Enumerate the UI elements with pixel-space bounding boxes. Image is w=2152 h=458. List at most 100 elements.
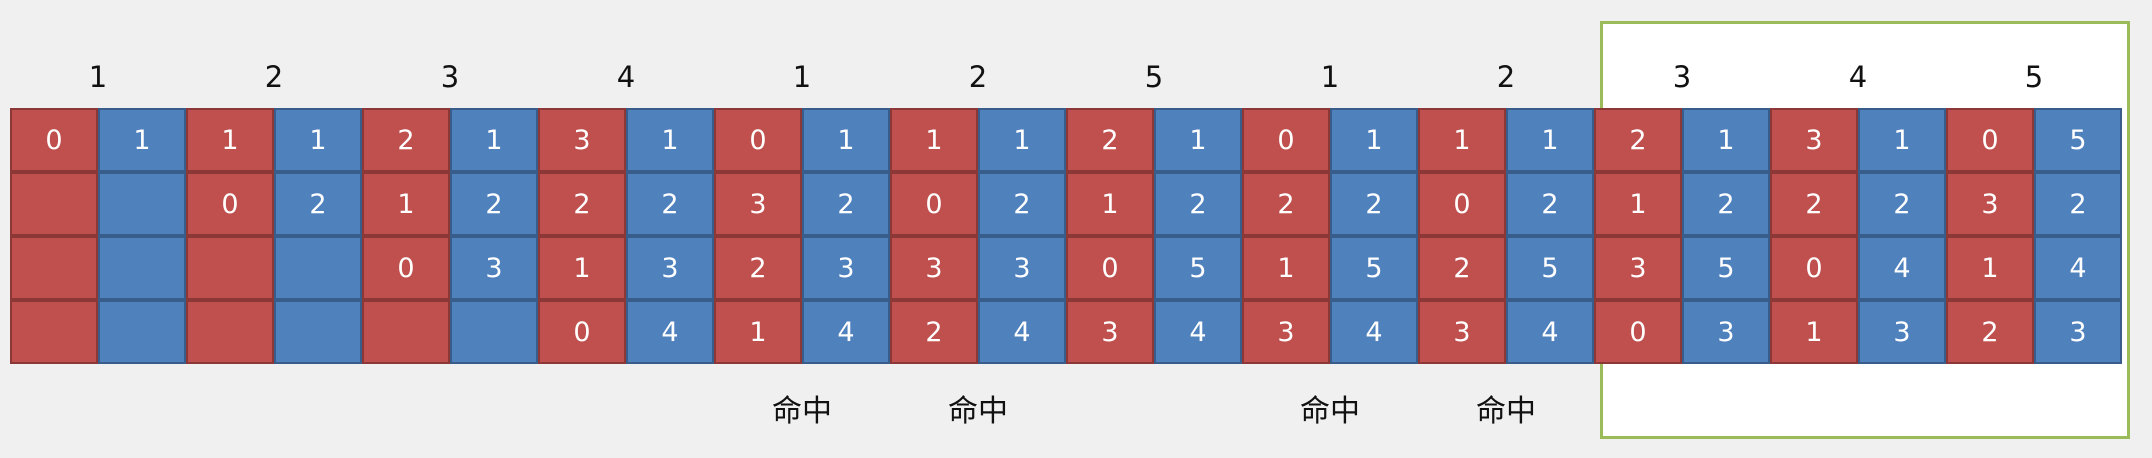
- reference-page-number: 1: [792, 60, 812, 94]
- page-cell: 2: [1682, 172, 1770, 236]
- page-cell: 1: [1154, 108, 1242, 172]
- frame-cell: 0: [1946, 108, 2034, 172]
- frame-cell: 1: [362, 172, 450, 236]
- frame-cell: 2: [1594, 108, 1682, 172]
- page-cell: 2: [626, 172, 714, 236]
- page-cell: 3: [802, 236, 890, 300]
- frame-cell: [10, 300, 98, 364]
- page-cell: 2: [450, 172, 538, 236]
- page-cell: [98, 172, 186, 236]
- page-cell: 1: [98, 108, 186, 172]
- frame-cell: 0: [186, 172, 274, 236]
- page-cell: 4: [2034, 236, 2122, 300]
- page-cell: 3: [1682, 300, 1770, 364]
- frame-cell: 0: [10, 108, 98, 172]
- frame-cell: 2: [362, 108, 450, 172]
- frame-cell: 1: [186, 108, 274, 172]
- reference-page-number: 5: [2024, 60, 2044, 94]
- frame-cell: 0: [714, 108, 802, 172]
- page-cell: 3: [626, 236, 714, 300]
- frame-cell: 3: [1946, 172, 2034, 236]
- frame-cell: [186, 236, 274, 300]
- page-cell: 2: [978, 172, 1066, 236]
- page-cell: 4: [1330, 300, 1418, 364]
- page-cell: 2: [1154, 172, 1242, 236]
- page-cell: 4: [1858, 236, 1946, 300]
- frame-cell: 3: [1066, 300, 1154, 364]
- page-cell: 3: [978, 236, 1066, 300]
- page-cell: 1: [1330, 108, 1418, 172]
- page-cell: 1: [1858, 108, 1946, 172]
- page-cell: 4: [1506, 300, 1594, 364]
- frame-cell: 0: [1242, 108, 1330, 172]
- frame-cell: 2: [1242, 172, 1330, 236]
- page-cell: 3: [1858, 300, 1946, 364]
- page-cell: 4: [802, 300, 890, 364]
- page-cell: 2: [2034, 172, 2122, 236]
- frame-cell: 3: [890, 236, 978, 300]
- frame-cell: 3: [538, 108, 626, 172]
- page-cell: 2: [1858, 172, 1946, 236]
- frame-cell: 1: [1418, 108, 1506, 172]
- page-cell: [274, 236, 362, 300]
- reference-page-number: 2: [264, 60, 284, 94]
- frame-cell: 0: [1594, 300, 1682, 364]
- frame-cell: 1: [1946, 236, 2034, 300]
- page-cell: [98, 300, 186, 364]
- frame-cell: 2: [1418, 236, 1506, 300]
- page-cell: 3: [450, 236, 538, 300]
- page-cell: 4: [1154, 300, 1242, 364]
- page-cell: 5: [1506, 236, 1594, 300]
- page-cell: 4: [978, 300, 1066, 364]
- frame-cell: 3: [1242, 300, 1330, 364]
- page-cell: 1: [1682, 108, 1770, 172]
- frame-cell: [10, 236, 98, 300]
- frame-cell: 3: [1770, 108, 1858, 172]
- page-cell: 1: [1506, 108, 1594, 172]
- frame-cell: 1: [1594, 172, 1682, 236]
- hit-label: 命中: [948, 394, 1008, 429]
- frame-cell: 0: [362, 236, 450, 300]
- page-cell: 5: [2034, 108, 2122, 172]
- frame-cell: 0: [1066, 236, 1154, 300]
- frame-cell: 1: [714, 300, 802, 364]
- frame-cell: 3: [1594, 236, 1682, 300]
- page-cell: 2: [1506, 172, 1594, 236]
- frame-cell: 2: [890, 300, 978, 364]
- page-cell: 1: [626, 108, 714, 172]
- frame-cell: 0: [538, 300, 626, 364]
- page-cell: 4: [626, 300, 714, 364]
- frame-cell: 2: [1770, 172, 1858, 236]
- hit-label: 命中: [772, 394, 832, 429]
- page-cell: 5: [1330, 236, 1418, 300]
- page-cell: [274, 300, 362, 364]
- frame-cell: [362, 300, 450, 364]
- frame-cell: 2: [1066, 108, 1154, 172]
- frame-cell: [186, 300, 274, 364]
- page-cell: 1: [274, 108, 362, 172]
- reference-page-number: 1: [1320, 60, 1340, 94]
- reference-page-number: 4: [1848, 60, 1868, 94]
- reference-page-number: 3: [1672, 60, 1692, 94]
- frame-cell: 3: [714, 172, 802, 236]
- frame-cell: [10, 172, 98, 236]
- reference-page-number: 1: [88, 60, 108, 94]
- frame-cell: 2: [538, 172, 626, 236]
- reference-page-number: 5: [1144, 60, 1164, 94]
- frame-cell: 1: [1066, 172, 1154, 236]
- frame-cell: 1: [1770, 300, 1858, 364]
- page-cell: 1: [978, 108, 1066, 172]
- frame-cell: 3: [1418, 300, 1506, 364]
- hit-label: 命中: [1300, 394, 1360, 429]
- frame-cell: 0: [1770, 236, 1858, 300]
- frame-cell: 2: [714, 236, 802, 300]
- reference-page-number: 3: [440, 60, 460, 94]
- frame-cell: 2: [1946, 300, 2034, 364]
- page-cell: 5: [1682, 236, 1770, 300]
- frame-cell: 1: [890, 108, 978, 172]
- page-cell: 2: [802, 172, 890, 236]
- frame-cell: 0: [890, 172, 978, 236]
- hit-label: 命中: [1476, 394, 1536, 429]
- page-cell: 1: [450, 108, 538, 172]
- reference-page-number: 4: [616, 60, 636, 94]
